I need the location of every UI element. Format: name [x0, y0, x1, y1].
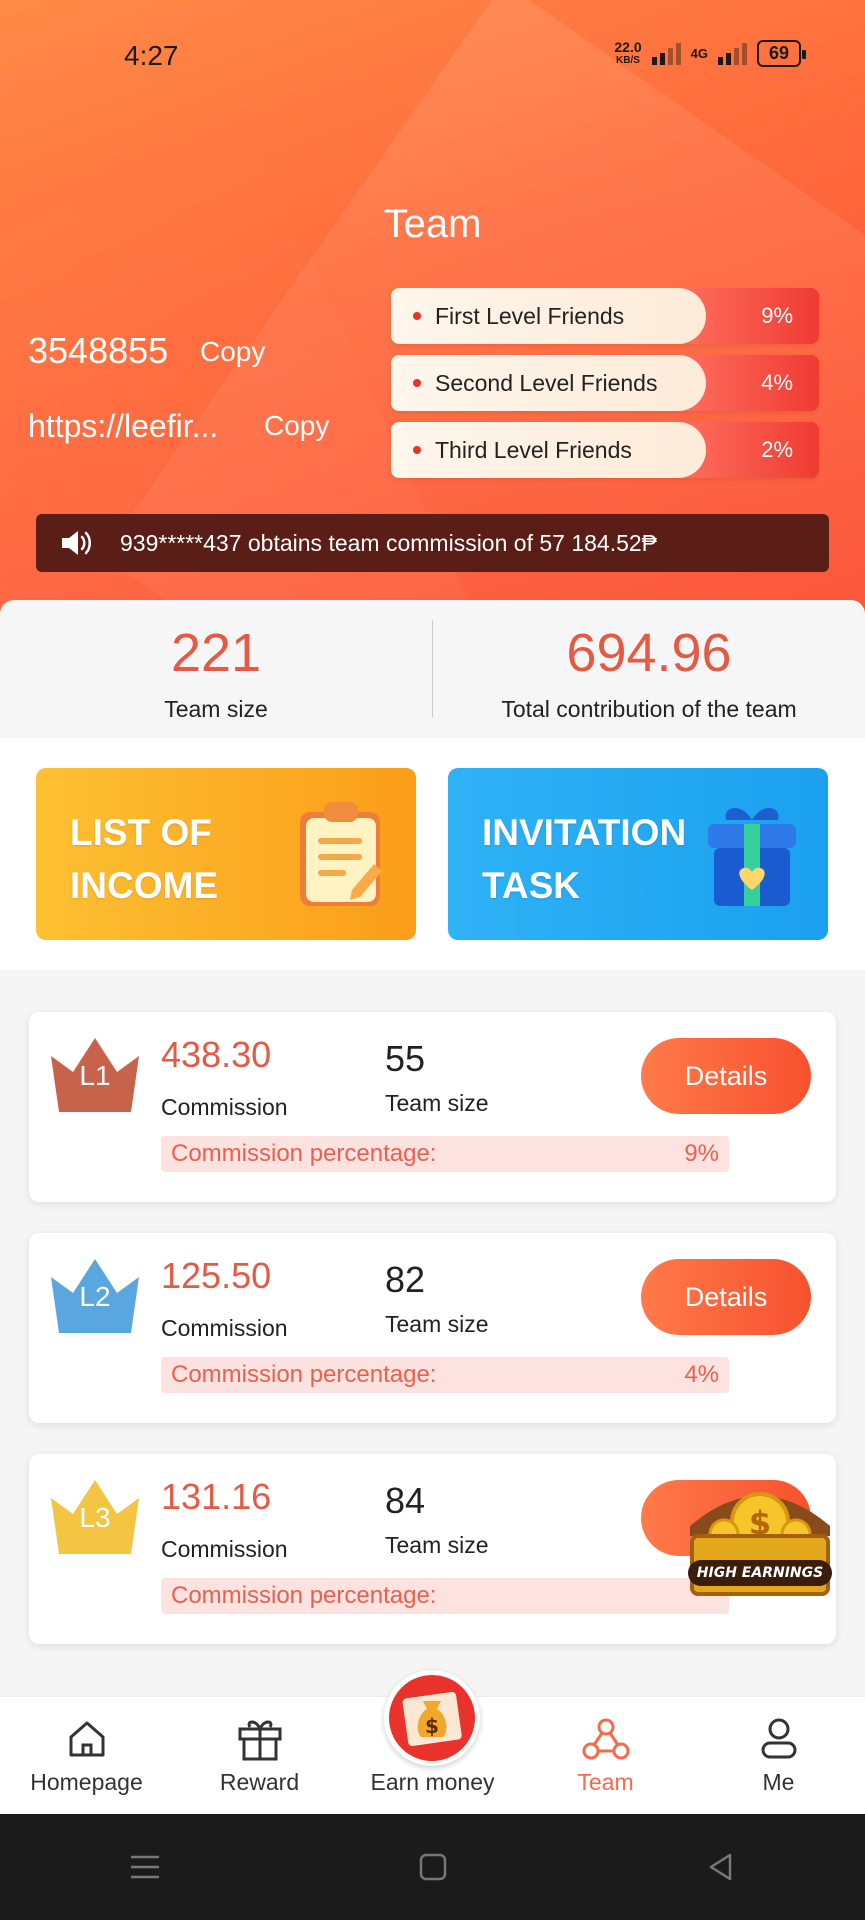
team-size-value: 55	[385, 1038, 426, 1079]
commission-label: Commission	[161, 1315, 288, 1341]
team-size-value: 82	[385, 1259, 426, 1300]
treasure-chest-icon: $	[688, 1492, 832, 1596]
page-title: Team	[383, 202, 482, 246]
team-contribution-stat: 694.96 Total contribution of the team	[501, 623, 797, 722]
commission-percentage-bar: Commission percentage:	[161, 1578, 729, 1614]
level-rate-second: Second Level Friends 4%	[391, 355, 819, 411]
high-earnings-chest-button[interactable]: $ HIGH EARNINGS	[680, 1476, 840, 1610]
battery-icon: 69	[756, 40, 807, 67]
commission-percentage-bar: Commission percentage: 9%	[161, 1136, 729, 1172]
speaker-icon	[62, 531, 91, 555]
gift-icon	[238, 1720, 281, 1761]
ticker-text: 939*****437 obtains team commission of 5…	[120, 529, 658, 556]
details-button[interactable]: Details	[641, 1259, 811, 1335]
home-icon	[69, 1721, 104, 1757]
team-size-stat: 221 Team size	[164, 623, 268, 722]
gift-icon	[708, 807, 796, 906]
commission-label: Commission	[161, 1536, 288, 1562]
bullet-dot	[413, 312, 421, 320]
team-size-label: Team size	[385, 1311, 489, 1337]
svg-text:$: $	[425, 1714, 439, 1738]
team-icon	[582, 1718, 629, 1760]
signal-icon-2	[717, 42, 747, 65]
nav-reward[interactable]: Reward	[173, 1697, 346, 1814]
level-badge: L3	[79, 1502, 111, 1533]
copy-link-button[interactable]: Copy	[264, 410, 329, 442]
network-type: 4G	[690, 45, 708, 61]
team-size-label: Team size	[385, 1532, 489, 1558]
copy-code-button[interactable]: Copy	[200, 336, 265, 368]
team-size-label: Team size	[385, 1090, 489, 1116]
menu-icon[interactable]	[129, 1853, 161, 1881]
commission-value: 125.50	[161, 1255, 272, 1296]
commission-value: 438.30	[161, 1034, 272, 1075]
home-square-icon[interactable]	[418, 1852, 448, 1882]
team-header: 4:27 22.0 KB/S 4G 69 Team 3548855 Copy h…	[0, 0, 865, 640]
invitation-task-button[interactable]: INVITATION TASK	[448, 768, 828, 940]
money-bag-icon: $	[402, 1691, 462, 1746]
commission-value: 131.16	[161, 1476, 272, 1517]
nav-team[interactable]: Team	[519, 1697, 692, 1814]
list-of-income-button[interactable]: LIST OF INCOME	[36, 768, 416, 940]
level-card-l1: L1 438.30 Commission 55 Team size Detail…	[29, 1012, 836, 1202]
team-size-value: 84	[385, 1480, 426, 1521]
invite-code: 3548855	[28, 330, 169, 371]
clipboard-icon	[300, 802, 382, 906]
status-bar-right: 22.0 KB/S 4G 69	[614, 38, 807, 67]
level-card-l2: L2 125.50 Commission 82 Team size Detail…	[29, 1233, 836, 1423]
level-badge: L1	[79, 1060, 111, 1091]
net-speed: 22.0 KB/S	[614, 38, 642, 66]
nav-homepage[interactable]: Homepage	[0, 1697, 173, 1814]
level-rates: First Level Friends 9% Second Level Frie…	[391, 288, 819, 489]
team-stats: 221 Team size 694.96 Total contribution …	[0, 600, 865, 738]
details-button[interactable]: Details	[641, 1038, 811, 1114]
back-icon[interactable]	[706, 1852, 736, 1882]
level-badge: L2	[79, 1281, 111, 1312]
commission-percentage-bar: Commission percentage: 4%	[161, 1357, 729, 1393]
nav-me[interactable]: Me	[692, 1697, 865, 1814]
earn-money-center-button[interactable]: $	[384, 1670, 480, 1766]
level-rate-third: Third Level Friends 2%	[391, 422, 819, 478]
signal-icon	[651, 42, 681, 65]
user-icon	[761, 1718, 796, 1759]
commission-label: Commission	[161, 1094, 288, 1120]
announcement-ticker: 939*****437 obtains team commission of 5…	[36, 514, 829, 572]
invite-link: https://leefir...	[28, 408, 219, 444]
bullet-dot	[413, 379, 421, 387]
level-rate-first: First Level Friends 9%	[391, 288, 819, 344]
high-earnings-label: HIGH EARNINGS	[696, 1565, 824, 1581]
bullet-dot	[413, 446, 421, 454]
system-navigation-bar	[0, 1814, 865, 1920]
status-time: 4:27	[124, 40, 179, 71]
